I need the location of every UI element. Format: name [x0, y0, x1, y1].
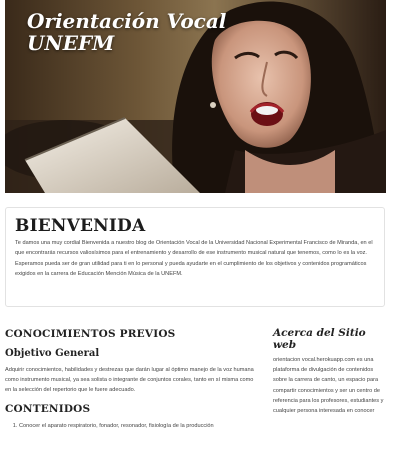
list-item: Conocer el aparato respiratorio, fonador… — [19, 421, 260, 431]
main-content: CONOCIMIENTOS PREVIOS Objetivo General A… — [5, 328, 260, 431]
site-title-line1[interactable]: Orientación Vocal — [27, 10, 226, 32]
section-title: CONOCIMIENTOS PREVIOS — [5, 328, 176, 340]
contents-title: CONTENIDOS — [5, 403, 91, 415]
sidebar-title: Acerca del Sitio web — [273, 327, 366, 351]
objective-text: Adquirir conocimientos, habilidades y de… — [5, 367, 254, 393]
site-title[interactable]: Orientación Vocal UNEFM — [27, 10, 226, 54]
contents-list: Conocer el aparato respiratorio, fonador… — [5, 421, 260, 431]
sidebar-text: orientacion vocal.herokuapp.com es una p… — [273, 357, 384, 415]
welcome-heading: BIENVENIDA — [15, 216, 146, 236]
welcome-panel: BIENVENIDA Te damos una muy cordial Bien… — [5, 207, 385, 307]
sidebar-about: Acerca del Sitio web orientacion vocal.h… — [273, 327, 388, 416]
hero-banner: Orientación Vocal UNEFM — [5, 0, 386, 193]
site-title-line2[interactable]: UNEFM — [27, 32, 226, 54]
objective-title: Objetivo General — [5, 348, 100, 359]
welcome-text: Te damos una muy cordial Bienvenida a nu… — [15, 240, 373, 278]
